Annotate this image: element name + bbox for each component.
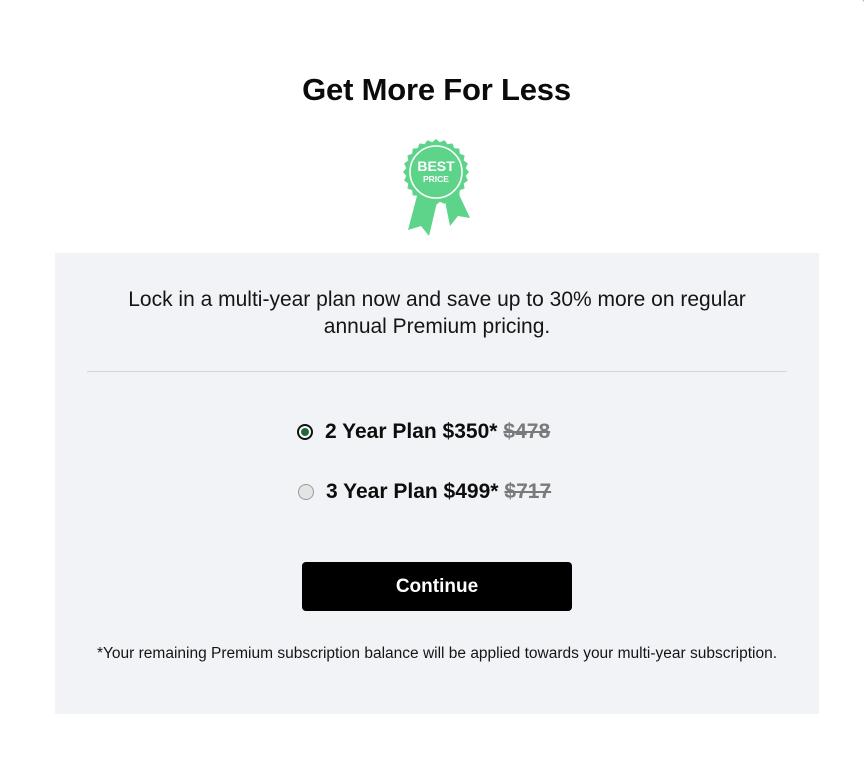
badge-line-price: PRICE [423, 174, 449, 184]
footnote: *Your remaining Premium subscription bal… [96, 645, 778, 662]
divider [87, 371, 787, 372]
plan-option-3-year[interactable]: 3 Year Plan $499* $717 [298, 477, 551, 507]
offer-description: Lock in a multi-year plan now and save u… [128, 288, 746, 338]
badge-line-best: BEST [417, 158, 455, 174]
plan-option-2-year[interactable]: 2 Year Plan $350* $478 [297, 417, 550, 447]
radio-button-selected[interactable] [297, 424, 313, 440]
multi-year-offer-page: ˈ Get More For Less BEST PRICE Lock in a… [0, 0, 867, 761]
radio-button-unselected[interactable] [298, 484, 314, 500]
plan-label: 2 Year Plan $350* [325, 420, 498, 443]
best-price-ribbon-icon: BEST PRICE [403, 139, 470, 236]
plan-label: 3 Year Plan $499* [326, 480, 499, 503]
corner-mark: ˈ [861, 0, 865, 11]
continue-button[interactable]: Continue [302, 562, 572, 611]
page-title: Get More For Less [302, 72, 571, 107]
original-price: $478 [503, 420, 551, 443]
offer-panel: Lock in a multi-year plan now and save u… [55, 253, 819, 714]
original-price: $717 [504, 480, 552, 503]
